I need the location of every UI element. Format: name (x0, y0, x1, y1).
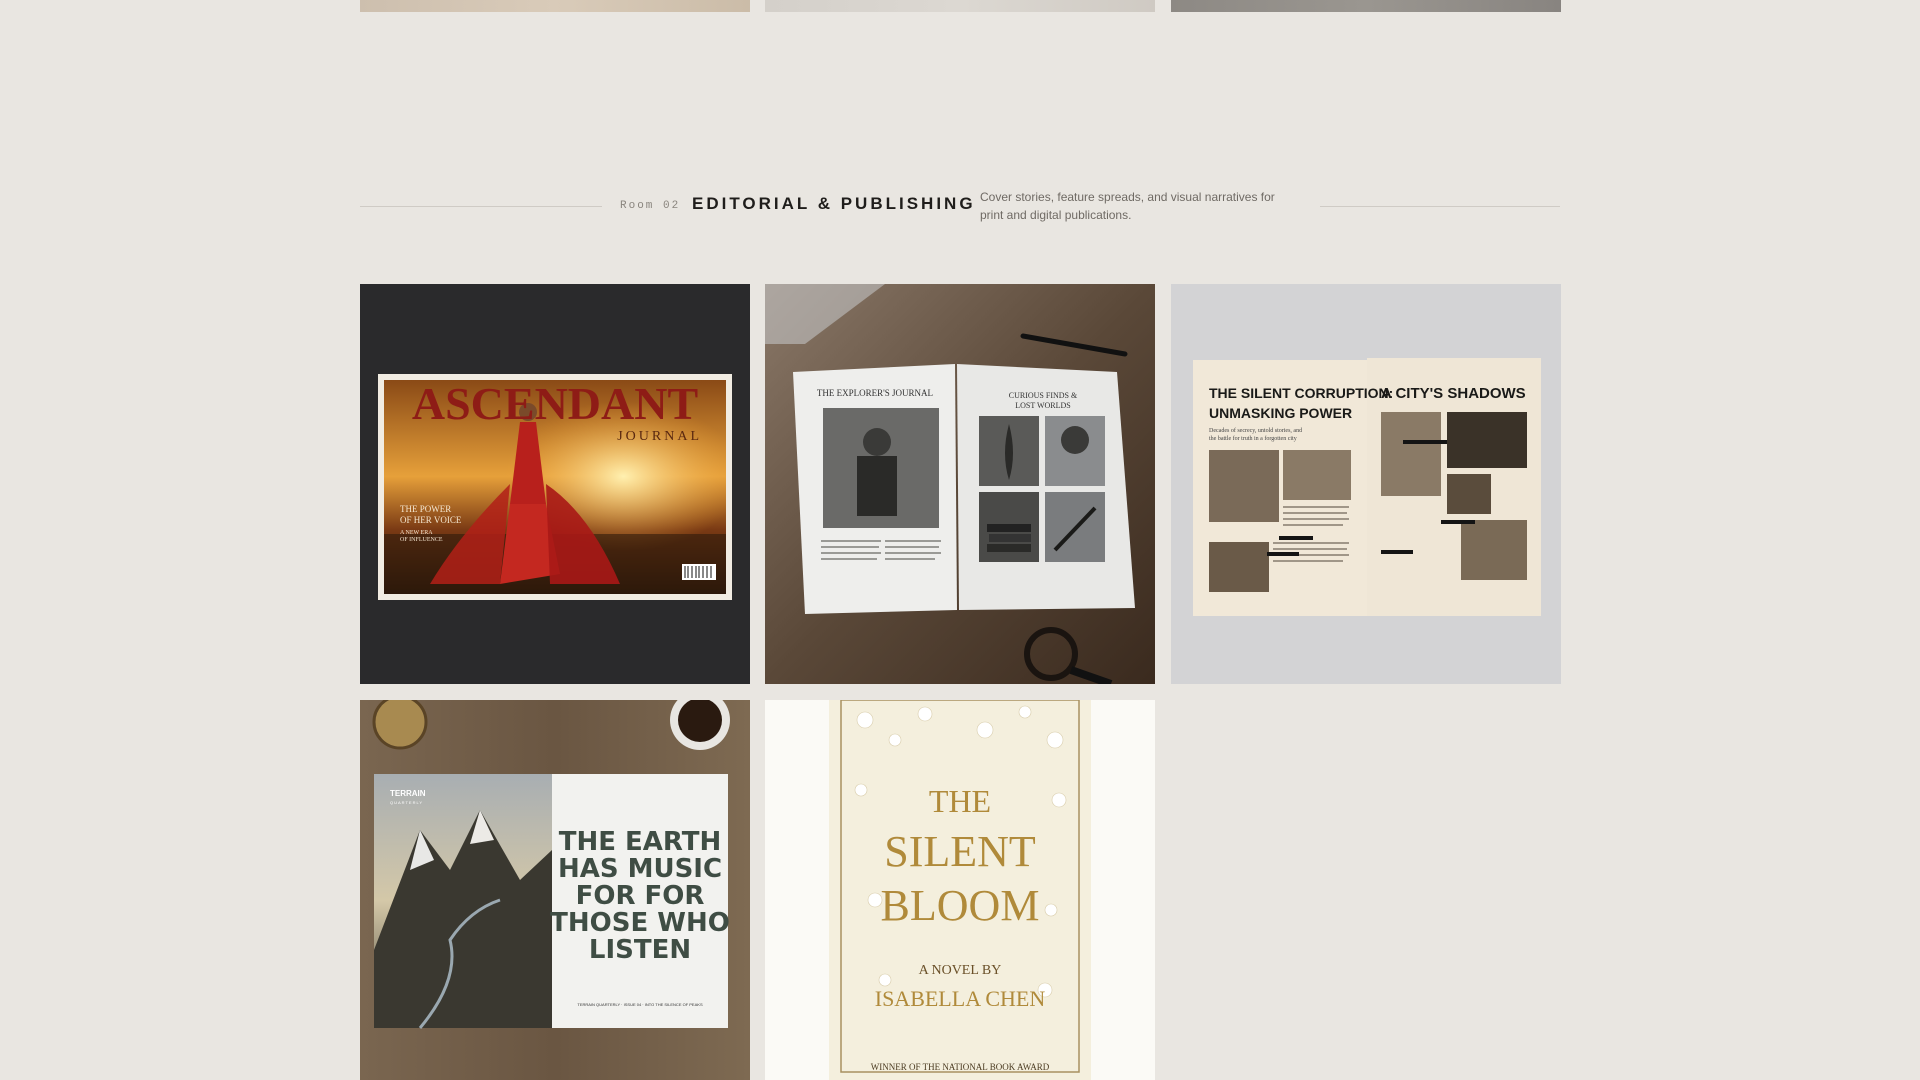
header-rule-right (1320, 206, 1560, 207)
work-tile-ascendant-journal[interactable]: ASCENDANT JOURNAL THE POWER OF HER VOICE… (360, 284, 750, 684)
cover-line-1: THE POWER (400, 504, 451, 514)
ascendant-cover-image: ASCENDANT JOURNAL THE POWER OF HER VOICE… (378, 374, 732, 600)
work-tile-silent-bloom[interactable]: THE SILENT BLOOM A NOVEL BY ISABELLA CHE… (765, 700, 1155, 1080)
newspaper-heading-1: THE SILENT CORRUPTION: (1209, 385, 1393, 401)
terrain-quote-line-4: THOSE WHO (550, 908, 730, 938)
masthead-text: ASCENDANT (412, 378, 698, 429)
cover-line-3: A NEW ERA (400, 530, 433, 536)
spread-right-heading-1: CURIOUS FINDS & (1009, 391, 1078, 400)
room-label: Room 02 (620, 200, 681, 212)
book-title-line-2: SILENT (884, 827, 1036, 876)
header-rule-left (360, 206, 602, 207)
previous-section-tile-2[interactable] (765, 0, 1155, 12)
spread-left-heading: THE EXPLORER'S JOURNAL (817, 388, 933, 398)
work-tile-silent-corruption[interactable]: THE SILENT CORRUPTION: UNMASKING POWER D… (1171, 284, 1561, 684)
work-tile-explorers-journal[interactable]: THE EXPLORER'S JOURNAL CURIOUS FINDS & L… (765, 284, 1155, 684)
newspaper-deck-1: Decades of secrecy, untold stories, and (1209, 427, 1302, 434)
terrain-quote-line-3: FOR FOR (576, 881, 705, 911)
terrain-spread-image: TERRAIN QUARTERLY THE EARTH HAS MUSIC FO… (360, 700, 750, 1080)
spread-right-heading-2: LOST WORLDS (1015, 401, 1071, 410)
terrain-quote-line-2: HAS MUSIC (558, 854, 722, 884)
terrain-brand-sub: QUARTERLY (390, 800, 423, 805)
newspaper-right-heading: A CITY'S SHADOWS (1381, 385, 1526, 402)
explorers-spread-image: THE EXPLORER'S JOURNAL CURIOUS FINDS & L… (765, 284, 1155, 684)
silent-corruption-spread-image: THE SILENT CORRUPTION: UNMASKING POWER D… (1171, 284, 1561, 684)
section-title: EDITORIAL & PUBLISHING (692, 194, 976, 213)
book-byline: A NOVEL BY (919, 963, 1002, 978)
book-title-line-1: THE (929, 783, 991, 819)
terrain-quote-line-1: THE EARTH (559, 827, 722, 857)
newspaper-deck-2: the battle for truth in a forgotten city (1209, 435, 1297, 442)
silent-bloom-cover-image: THE SILENT BLOOM A NOVEL BY ISABELLA CHE… (765, 700, 1155, 1080)
balloon-icon (1061, 426, 1089, 454)
newspaper-heading-2: UNMASKING POWER (1209, 405, 1352, 421)
previous-section-tile-1[interactable] (360, 0, 750, 12)
terrain-footer: TERRAIN QUARTERLY · ISSUE 04 · INTO THE … (577, 1002, 703, 1007)
section-header: Room 02 EDITORIAL & PUBLISHING Cover sto… (360, 184, 1560, 244)
terrain-quote-line-5: LISTEN (589, 935, 691, 965)
compass-icon (372, 700, 428, 750)
work-tile-terrain-quarterly[interactable]: TERRAIN QUARTERLY THE EARTH HAS MUSIC FO… (360, 700, 750, 1080)
book-author: ISABELLA CHEN (875, 986, 1046, 1011)
terrain-brand: TERRAIN (390, 789, 426, 798)
book-title-line-3: BLOOM (881, 881, 1040, 930)
section-description: Cover stories, feature spreads, and visu… (980, 190, 1275, 222)
previous-section-tile-3[interactable] (1171, 0, 1561, 12)
masthead-sub-text: JOURNAL (617, 429, 702, 444)
cover-line-2: OF HER VOICE (400, 515, 462, 525)
book-award: WINNER OF THE NATIONAL BOOK AWARD (871, 1062, 1050, 1072)
cover-line-4: OF INFLUENCE (400, 537, 443, 543)
